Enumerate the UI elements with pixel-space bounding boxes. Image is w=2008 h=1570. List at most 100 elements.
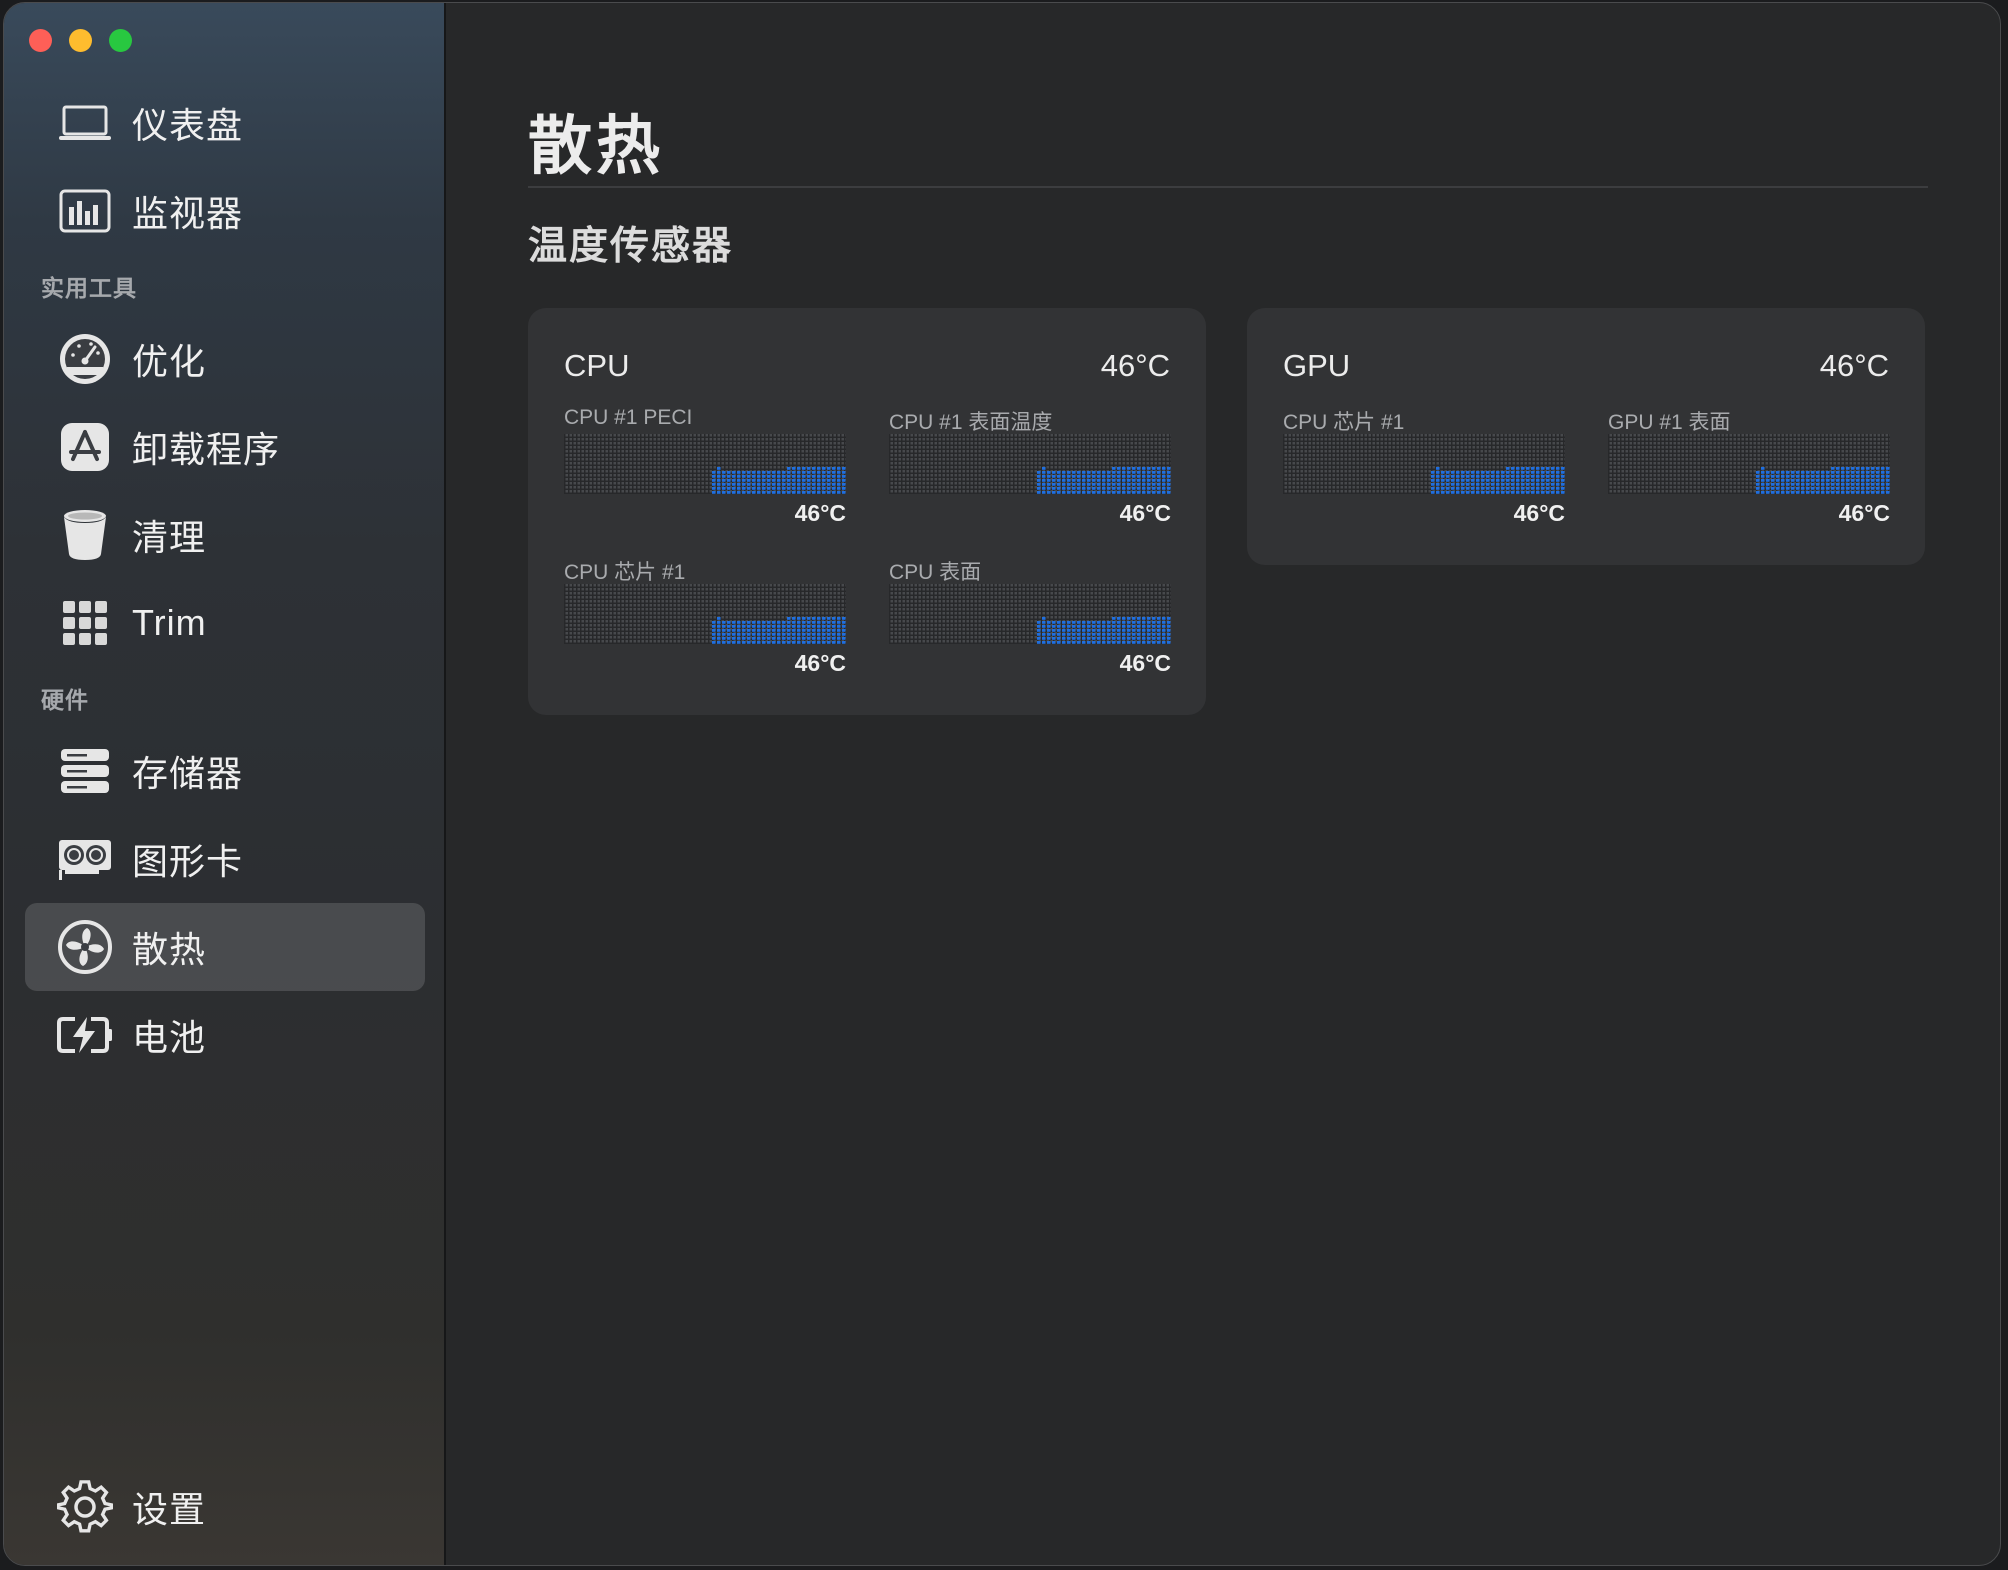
- history-bar-cell: [1117, 621, 1121, 624]
- history-bar-cell: [1127, 629, 1131, 632]
- history-bar-cell: [1856, 491, 1860, 494]
- history-bar-cell: [1441, 491, 1445, 494]
- history-bar-cell: [1102, 637, 1106, 640]
- sidebar-item-trim[interactable]: Trim: [25, 579, 425, 667]
- close-window-button[interactable]: [29, 29, 52, 52]
- history-bar-cell: [1142, 491, 1146, 494]
- history-bar-cell: [1037, 625, 1041, 628]
- history-bar-cell: [1761, 475, 1765, 478]
- history-bar-cell: [732, 625, 736, 628]
- history-bar-cell: [1097, 641, 1101, 644]
- history-bar-cell: [1142, 471, 1146, 474]
- history-bar-cell: [1541, 479, 1545, 482]
- history-bar-cell: [1087, 483, 1091, 486]
- history-bar-cell: [772, 621, 776, 624]
- history-bar-cell: [712, 483, 716, 486]
- history-bar-cell: [1057, 633, 1061, 636]
- history-bar-cell: [832, 483, 836, 486]
- history-bar-cell: [1836, 475, 1840, 478]
- history-bar-cell: [1856, 467, 1860, 470]
- history-bar-cell: [832, 641, 836, 644]
- history-bar-cell: [742, 637, 746, 640]
- history-bar-cell: [1042, 617, 1046, 620]
- sidebar-item-graphics[interactable]: 图形卡: [25, 815, 425, 903]
- maximize-window-button[interactable]: [109, 29, 132, 52]
- history-bar-cell: [1521, 491, 1525, 494]
- history-bar-cell: [797, 633, 801, 636]
- history-bar-cell: [1851, 479, 1855, 482]
- history-bar-cell: [1436, 471, 1440, 474]
- history-bar-cell: [757, 641, 761, 644]
- history-bar-cell: [1142, 479, 1146, 482]
- history-bar-cell: [832, 625, 836, 628]
- minimize-window-button[interactable]: [69, 29, 92, 52]
- history-bar-cell: [712, 491, 716, 494]
- history-bar-cell: [1471, 475, 1475, 478]
- sidebar-item-monitor[interactable]: 监视器: [25, 167, 425, 255]
- history-bar-cell: [1097, 479, 1101, 482]
- history-bar-cell: [842, 625, 846, 628]
- history-bar-cell: [762, 487, 766, 490]
- sidebar-item-label: 散热: [132, 929, 207, 970]
- history-bar-cell: [1866, 467, 1870, 470]
- history-bar-cell: [807, 491, 811, 494]
- history-bar-cell: [722, 625, 726, 628]
- history-bar-cell: [1536, 479, 1540, 482]
- history-bar-cell: [1446, 487, 1450, 490]
- history-bar-cell: [1152, 483, 1156, 486]
- history-bar-cell: [1506, 475, 1510, 478]
- sidebar-item-battery[interactable]: 电池: [25, 991, 425, 1079]
- history-bar-cell: [762, 479, 766, 482]
- history-bar-cell: [1761, 483, 1765, 486]
- history-bar-cell: [762, 637, 766, 640]
- history-bar-cell: [1102, 475, 1106, 478]
- history-bar-cell: [1471, 491, 1475, 494]
- history-bar-cell: [1147, 621, 1151, 624]
- sidebar-item-clean[interactable]: 清理: [25, 491, 425, 579]
- history-bar-cell: [817, 479, 821, 482]
- history-bar-cell: [747, 475, 751, 478]
- history-bar-cell: [752, 483, 756, 486]
- history-bar-cell: [722, 475, 726, 478]
- sidebar-item-storage[interactable]: 存储器: [25, 727, 425, 815]
- history-bar-cell: [1162, 621, 1166, 624]
- history-bar-cell: [1077, 625, 1081, 628]
- history-bar-cell: [1042, 491, 1046, 494]
- history-bar-cell: [717, 479, 721, 482]
- history-bar-cell: [1436, 479, 1440, 482]
- history-bar-cell: [1836, 483, 1840, 486]
- app-window: 仪表盘 监视器 实用工具 优化 卸载程序 清理 Trim 硬件 存储器 图形卡 …: [3, 2, 2001, 1566]
- history-bar-cell: [1067, 629, 1071, 632]
- history-bar-cell: [1087, 629, 1091, 632]
- history-bar-cell: [1546, 479, 1550, 482]
- history-bar-cell: [827, 491, 831, 494]
- history-bar-cell: [1546, 487, 1550, 490]
- history-bar-cell: [812, 471, 816, 474]
- history-bar-cell: [1097, 483, 1101, 486]
- history-bar-cell: [1137, 633, 1141, 636]
- history-bar-cell: [737, 487, 741, 490]
- sidebar-item-dashboard[interactable]: 仪表盘: [25, 79, 425, 167]
- history-bar-cell: [1087, 475, 1091, 478]
- history-bar-cell: [782, 471, 786, 474]
- history-bar-cell: [1761, 467, 1765, 470]
- history-bar-cell: [1871, 475, 1875, 478]
- history-bar-cell: [842, 479, 846, 482]
- history-bar-cell: [1531, 467, 1535, 470]
- history-bar-cell: [1092, 637, 1096, 640]
- history-bar-cell: [1796, 479, 1800, 482]
- history-bar-cell: [1461, 491, 1465, 494]
- sidebar-item-optimize[interactable]: 优化: [25, 315, 425, 403]
- history-bar-cell: [747, 471, 751, 474]
- history-bar-cell: [1801, 479, 1805, 482]
- history-bar-cell: [817, 637, 821, 640]
- sidebar-item-cooling[interactable]: 散热: [25, 903, 425, 991]
- history-bar-cell: [1112, 637, 1116, 640]
- history-bar-cell: [812, 625, 816, 628]
- history-bar-cell: [1057, 641, 1061, 644]
- sidebar-item-uninstall[interactable]: 卸载程序: [25, 403, 425, 491]
- history-bar-cell: [757, 491, 761, 494]
- settings-button[interactable]: 设置: [25, 1463, 425, 1551]
- history-bar-cell: [827, 641, 831, 644]
- history-bar-cell: [1102, 483, 1106, 486]
